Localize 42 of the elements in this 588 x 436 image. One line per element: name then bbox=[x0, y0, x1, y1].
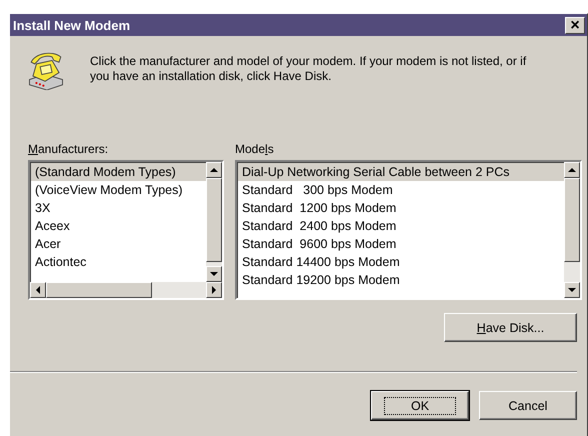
window-title: Install New Modem bbox=[13, 18, 130, 32]
telephone-icon bbox=[26, 50, 66, 90]
down-arrow-icon bbox=[210, 271, 218, 277]
scroll-down-button[interactable] bbox=[564, 282, 580, 298]
list-item[interactable]: Actiontec bbox=[31, 253, 206, 271]
scroll-thumb[interactable] bbox=[564, 178, 580, 262]
list-item[interactable]: Acer bbox=[31, 235, 206, 253]
list-label: Models bbox=[235, 142, 275, 156]
right-arrow-icon bbox=[211, 286, 217, 294]
scroll-right-button[interactable] bbox=[206, 282, 222, 298]
list-item[interactable]: Aceex bbox=[31, 217, 206, 235]
list-item[interactable]: Standard 1200 bps Modem bbox=[238, 199, 564, 217]
left-arrow-icon bbox=[35, 286, 41, 294]
list-item[interactable]: (VoiceView Modem Types) bbox=[31, 181, 206, 199]
scroll-thumb[interactable] bbox=[206, 178, 222, 262]
list-item[interactable]: Standard 300 bps Modem bbox=[238, 181, 564, 199]
list-item[interactable]: (Standard Modem Types) bbox=[31, 163, 206, 181]
list-item[interactable]: Standard 9600 bps Modem bbox=[238, 235, 564, 253]
dialog-button[interactable]: Cancel bbox=[479, 391, 577, 420]
down-arrow-icon bbox=[568, 287, 576, 293]
list-item[interactable]: Dial-Up Networking Serial Cable between 2 PCs bbox=[238, 163, 564, 181]
scroll-left-button[interactable] bbox=[30, 282, 46, 298]
scroll-down-button[interactable] bbox=[206, 266, 222, 282]
models-list[interactable]: Dial-Up Networking Serial Cable between 2 PCs Standard 300 bps Modem Standard 1200 bps Modem Standard 2400 bps Modem Standard 9600 bps Modem Standard 14400 bps Modem Standard 19200 bps Modem bbox=[235, 160, 582, 300]
scroll-up-button[interactable] bbox=[564, 162, 580, 178]
list-item[interactable]: Standard 19200 bps Modem bbox=[238, 271, 564, 289]
list-item[interactable]: 3X bbox=[31, 199, 206, 217]
horizontal-scrollbar[interactable] bbox=[30, 282, 222, 298]
list-item[interactable]: Standard 14400 bps Modem bbox=[238, 253, 564, 271]
close-button[interactable]: × bbox=[565, 16, 585, 34]
vertical-scrollbar[interactable] bbox=[564, 162, 580, 298]
list-item[interactable]: Standard 2400 bps Modem bbox=[238, 217, 564, 235]
manufacturers-list[interactable]: (Standard Modem Types) (VoiceView Modem Types) 3X Aceex Acer Actiontec bbox=[28, 160, 224, 300]
vertical-scrollbar[interactable] bbox=[206, 162, 222, 282]
up-arrow-icon bbox=[568, 167, 576, 173]
up-arrow-icon bbox=[210, 167, 218, 173]
instruction-text: Click the manufacturer and model of your modem. If your modem is not listed, or if you have an installation disk, click Have Disk. bbox=[90, 54, 528, 85]
have-disk-button[interactable]: Have Disk... bbox=[444, 313, 577, 342]
dialog-button[interactable]: OK bbox=[371, 391, 469, 420]
list-label: Manufacturers: bbox=[28, 142, 110, 156]
scroll-up-button[interactable] bbox=[206, 162, 222, 178]
scroll-thumb[interactable] bbox=[46, 282, 152, 298]
